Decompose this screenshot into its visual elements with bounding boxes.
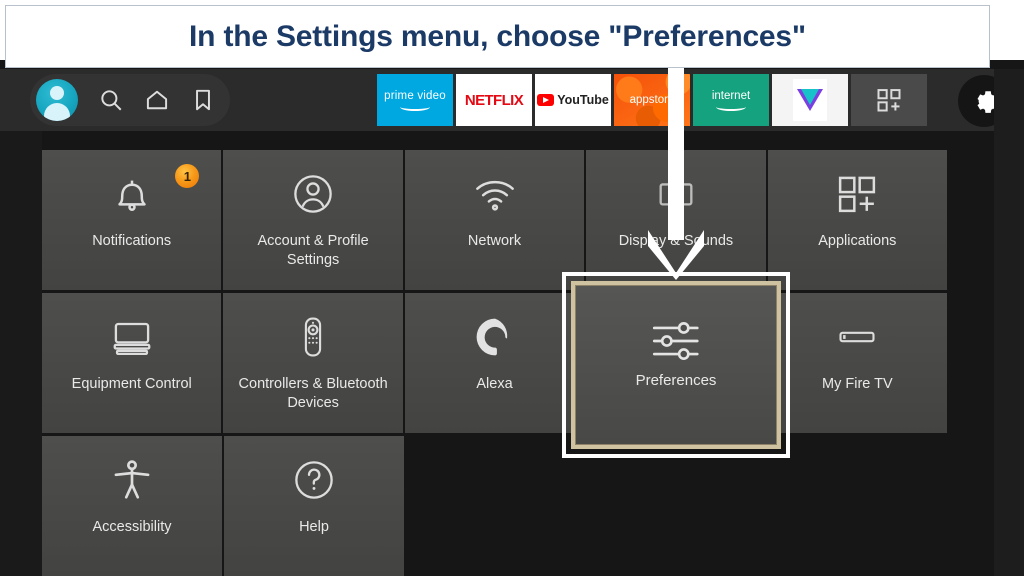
settings-row-1: 1 Notifications Account & Profile Settin… (42, 150, 948, 290)
nav-left-group (30, 74, 230, 126)
top-navigation-bar: prime video NETFLIX YouTube appstore int… (0, 69, 1024, 131)
tv-soundbar-icon (109, 299, 155, 375)
question-circle-icon (291, 442, 337, 518)
tile-label: My Fire TV (822, 376, 893, 392)
search-icon[interactable] (98, 87, 124, 113)
alexa-icon (472, 299, 518, 375)
app-tile-extra[interactable] (772, 74, 848, 126)
app-grid-button[interactable] (851, 74, 927, 126)
prime-smile-icon (400, 103, 430, 111)
remote-icon (290, 299, 336, 375)
left-margin (0, 131, 42, 576)
settings-row-3: Accessibility Help (42, 436, 947, 576)
profile-avatar[interactable] (36, 79, 78, 121)
tile-label: Alexa (476, 376, 513, 392)
settings-tile-accessibility[interactable]: Accessibility (42, 436, 222, 576)
notification-count-badge: 1 (175, 164, 200, 188)
person-circle-icon (290, 156, 336, 232)
settings-tile-my-fire-tv[interactable]: My Fire TV (767, 293, 948, 433)
youtube-label: YouTube (557, 93, 609, 107)
home-icon[interactable] (144, 87, 170, 113)
app-tile-netflix[interactable]: NETFLIX (456, 74, 532, 126)
settings-tile-preferences[interactable]: Preferences (571, 281, 781, 449)
app-tile-youtube[interactable]: YouTube (535, 74, 611, 126)
tile-label: Controllers & Bluetooth Devices (238, 376, 388, 411)
settings-tile-network[interactable]: Network (404, 150, 585, 290)
tile-label: Applications (818, 233, 897, 249)
down-arrow-annotation (640, 58, 720, 280)
tile-label: Help (299, 519, 329, 535)
apps-grid-icon (834, 156, 880, 232)
settings-tile-alexa[interactable]: Alexa (404, 293, 585, 433)
tile-label: Account & Profile Settings (257, 233, 369, 268)
prime-video-label: prime video (384, 89, 446, 102)
settings-row-2: Equipment Control Controllers & Bluetoot… (42, 293, 948, 433)
settings-tile-notifications[interactable]: 1 Notifications (42, 150, 222, 290)
bell-icon (109, 156, 155, 232)
caption-text: In the Settings menu, choose "Preference… (189, 19, 806, 53)
triangle-app-icon (793, 79, 827, 121)
app-tile-prime-video[interactable]: prime video (377, 74, 453, 126)
sliders-icon (647, 311, 705, 371)
tile-label: Notifications (92, 233, 172, 249)
settings-tile-controllers-bluetooth[interactable]: Controllers & Bluetooth Devices (223, 293, 403, 433)
settings-tile-equipment-control[interactable]: Equipment Control (42, 293, 222, 433)
tile-label: Network (467, 233, 522, 249)
tile-label: Accessibility (92, 519, 172, 535)
firetv-stick-icon (834, 299, 880, 375)
settings-grid: 1 Notifications Account & Profile Settin… (42, 150, 948, 576)
settings-tile-applications[interactable]: Applications (767, 150, 948, 290)
bookmark-icon[interactable] (190, 87, 216, 113)
netflix-label: NETFLIX (464, 91, 524, 109)
youtube-play-icon (537, 94, 555, 106)
firetv-settings-screen: prime video NETFLIX YouTube appstore int… (0, 0, 1024, 576)
settings-tile-help[interactable]: Help (224, 436, 404, 576)
tile-label: Preferences (635, 372, 717, 389)
tile-label: Equipment Control (71, 376, 192, 392)
settings-tile-account-profile-settings[interactable]: Account & Profile Settings (223, 150, 403, 290)
accessibility-icon (109, 442, 155, 518)
caption-banner: In the Settings menu, choose "Preference… (5, 5, 990, 68)
internet-smile-icon (716, 103, 746, 111)
right-margin (994, 69, 1024, 576)
wifi-icon (472, 156, 518, 232)
